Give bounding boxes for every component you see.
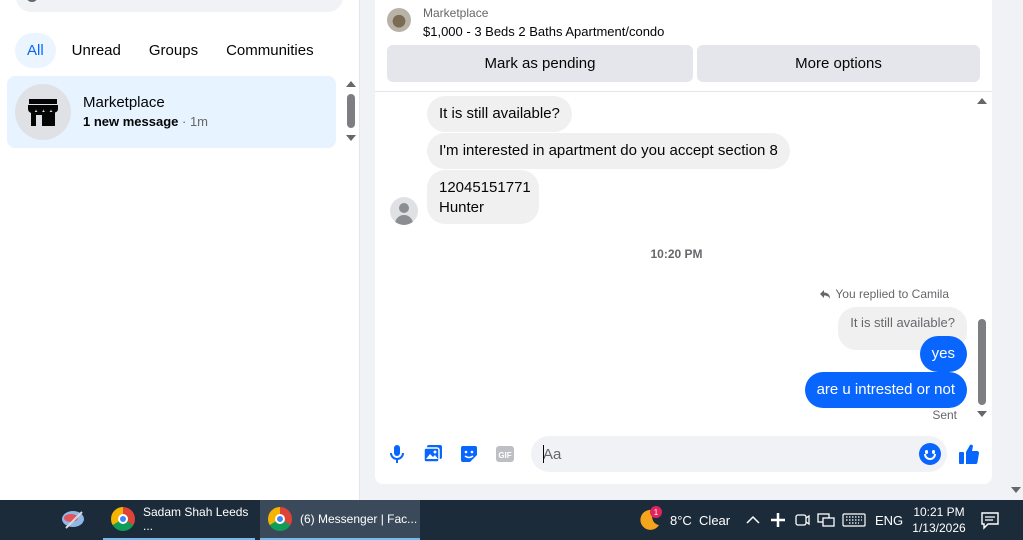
sender-avatar[interactable] [390, 197, 418, 225]
gif-icon[interactable]: GIF [493, 442, 517, 466]
windows-start-icon[interactable] [14, 511, 32, 529]
chrome-icon [111, 507, 135, 531]
search-icon [26, 0, 38, 2]
message-bubble[interactable]: 12045151771 Hunter [427, 170, 539, 224]
delivery-status: Sent [932, 408, 957, 422]
listing-thumbnail[interactable] [387, 8, 411, 32]
sidebar-scrollbar-thumb[interactable] [347, 94, 355, 128]
scroll-down-arrow-icon[interactable] [977, 411, 987, 417]
weather-text: 8°C Clear [670, 512, 731, 528]
filter-unread[interactable]: Unread [60, 33, 133, 68]
scroll-up-arrow-icon[interactable] [977, 98, 987, 104]
weather-widget[interactable]: 1 8°C Clear [638, 500, 730, 540]
message-line: Hunter [439, 199, 485, 216]
keyboard-icon[interactable] [842, 500, 866, 540]
weather-moon-icon: 1 [638, 506, 662, 532]
message-bubble[interactable]: I'm interested in apartment do you accep… [427, 133, 790, 169]
conversation-time: · 1m [178, 114, 209, 129]
filter-tabs: All Unread Groups Communities [15, 33, 326, 68]
thumbs-up-icon[interactable] [957, 442, 981, 466]
conversation-item-marketplace[interactable]: Marketplace 1 new message · 1m [7, 76, 336, 148]
meet-now-icon[interactable] [794, 500, 810, 540]
notification-center-icon[interactable] [980, 500, 1000, 540]
message-list: It is still available? I'm interested in… [375, 93, 992, 427]
language-indicator[interactable]: ENG [875, 500, 903, 540]
taskbar-app-chrome[interactable]: Sadam Shah Leeds ... [103, 500, 255, 540]
plus-icon[interactable] [770, 500, 786, 540]
chat-panel: Marketplace $1,000 - 3 Beds 2 Baths Apar… [375, 0, 992, 484]
sticker-icon[interactable] [457, 442, 481, 466]
listing-title[interactable]: $1,000 - 3 Beds 2 Baths Apartment/condo [423, 24, 664, 39]
conversation-sidebar: All Unread Groups Communities Marketplac… [0, 0, 360, 500]
page-scroll-down-arrow-icon[interactable] [1011, 487, 1021, 493]
text-caret [543, 445, 544, 463]
clock-time: 10:21 PM [913, 505, 965, 519]
sent-message-bubble[interactable]: are u intrested or not [804, 372, 967, 408]
pinned-app-icon[interactable] [60, 500, 90, 540]
clock-date: 1/13/2026 [912, 521, 966, 535]
chevron-up-icon[interactable] [746, 500, 760, 540]
network-icon[interactable] [817, 500, 835, 540]
message-line: 12045151771 [439, 179, 531, 196]
emoji-icon[interactable] [919, 443, 941, 465]
taskbar-app-label: (6) Messenger | Fac... [300, 512, 418, 526]
reply-indicator-text: You replied to Camila [835, 287, 949, 301]
photo-icon[interactable] [421, 442, 445, 466]
message-input-field[interactable] [531, 436, 947, 472]
conversation-title: Marketplace [83, 94, 165, 111]
more-options-button[interactable]: More options [697, 45, 980, 82]
chat-scrollbar-thumb[interactable] [978, 319, 986, 405]
filter-communities[interactable]: Communities [214, 33, 326, 68]
message-timestamp: 10:20 PM [650, 247, 703, 261]
listing-label: Marketplace [423, 6, 489, 20]
microphone-icon[interactable] [385, 442, 409, 466]
reply-indicator: You replied to Camila [819, 287, 949, 301]
unread-count-text: 1 new message [83, 114, 179, 129]
weather-badge: 1 [650, 506, 662, 518]
search-input[interactable] [16, 0, 343, 12]
conversation-preview: 1 new message · 1m [83, 114, 208, 129]
taskbar-app-messenger[interactable]: (6) Messenger | Fac... [260, 500, 420, 540]
message-input[interactable] [543, 444, 903, 464]
sent-message-bubble[interactable]: yes [919, 336, 967, 372]
filter-groups[interactable]: Groups [137, 33, 210, 68]
filter-all[interactable]: All [15, 33, 56, 68]
reply-arrow-icon [820, 290, 831, 299]
listing-header: Marketplace $1,000 - 3 Beds 2 Baths Apar… [375, 0, 992, 92]
scroll-down-arrow-icon[interactable] [346, 135, 356, 141]
windows-taskbar: Sadam Shah Leeds ... (6) Messenger | Fac… [0, 500, 1023, 540]
mark-as-pending-button[interactable]: Mark as pending [387, 45, 693, 82]
message-composer: GIF [375, 436, 992, 472]
chrome-icon [268, 507, 292, 531]
taskbar-app-label: Sadam Shah Leeds ... [143, 505, 249, 533]
system-clock[interactable]: 10:21 PM 1/13/2026 [904, 500, 974, 540]
svg-text:GIF: GIF [498, 451, 511, 460]
scroll-up-arrow-icon[interactable] [346, 81, 356, 87]
message-bubble[interactable]: It is still available? [427, 96, 572, 132]
marketplace-store-icon [15, 84, 71, 140]
